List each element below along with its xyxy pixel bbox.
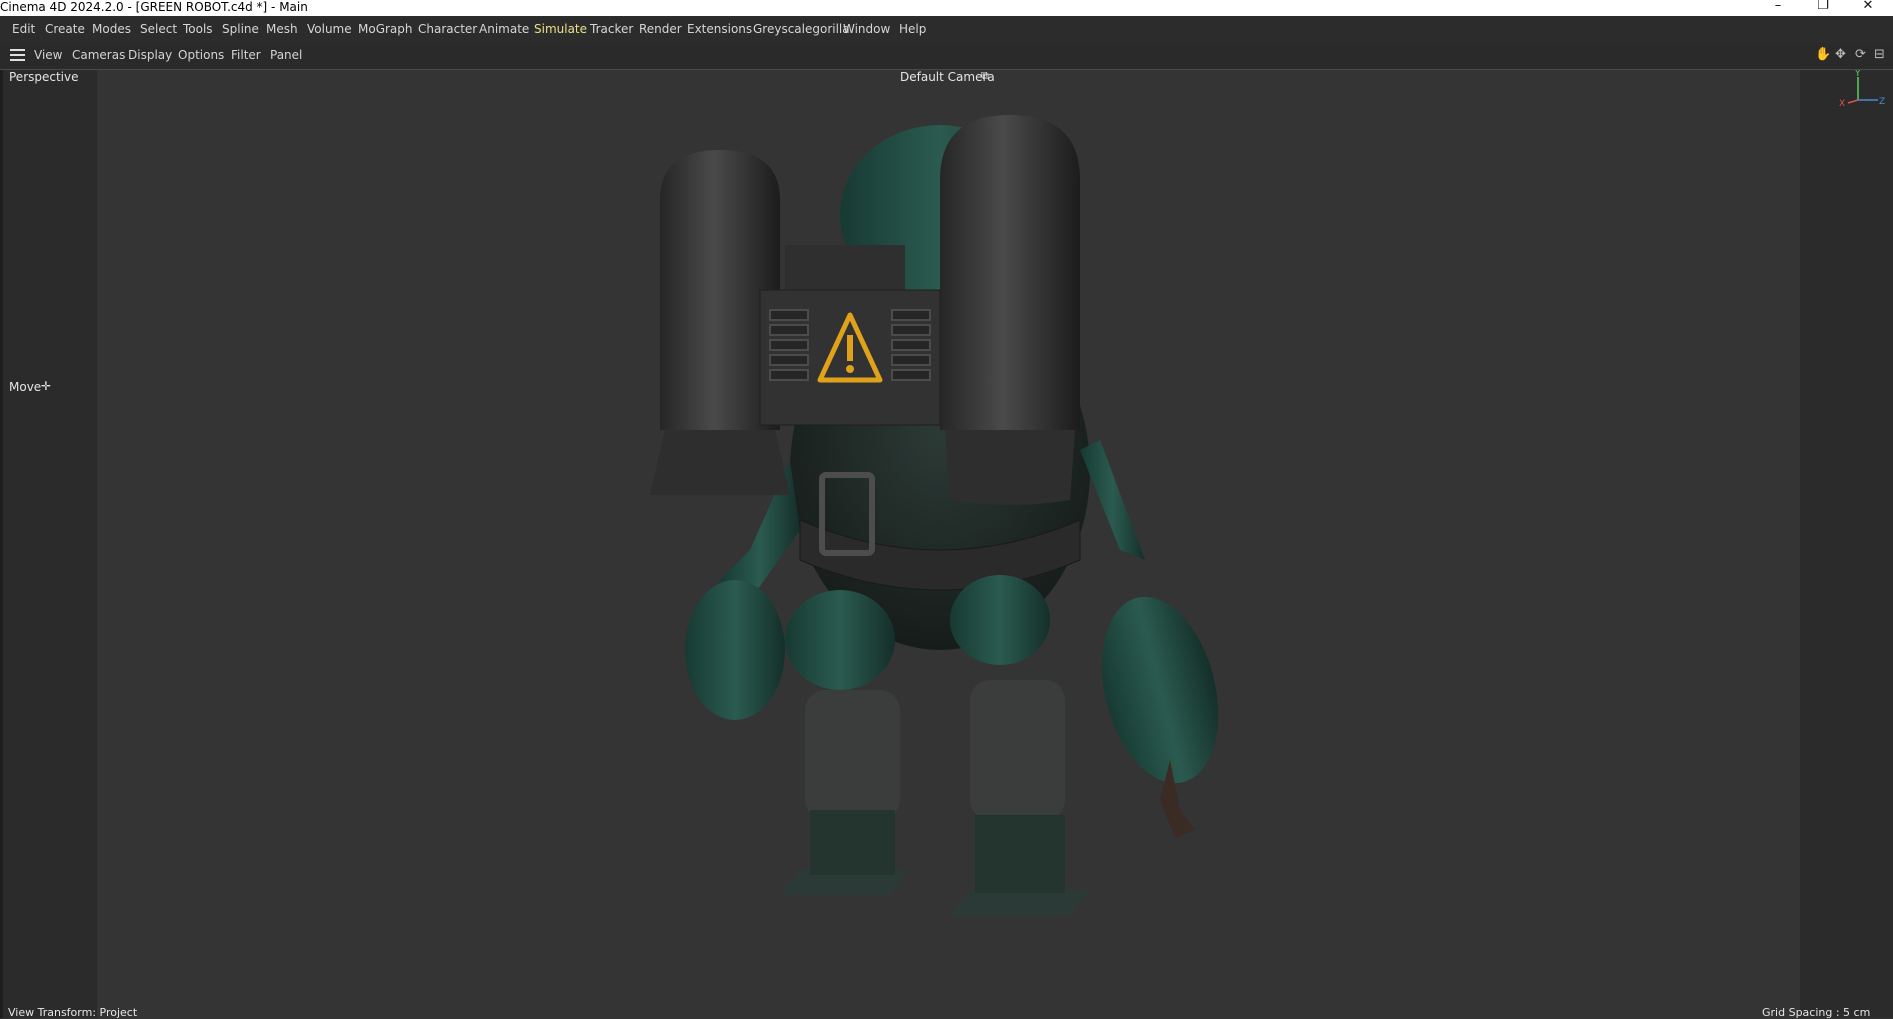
menu-help[interactable]: Help (899, 22, 926, 36)
backpack-right-vent (891, 309, 931, 381)
dolly-arrow-icon[interactable]: ✥ (1835, 47, 1846, 62)
menu-window[interactable]: Window (843, 22, 890, 36)
title-bar: Cinema 4D 2024.2.0 - [GREEN ROBOT.c4d *]… (0, 0, 1893, 16)
menu-simulate[interactable]: Simulate (534, 22, 587, 36)
robot-model-render (650, 115, 1219, 915)
left-viewport-strip (0, 70, 97, 1018)
robot-left-hip (785, 590, 895, 690)
viewport-menu-display[interactable]: Display (128, 48, 172, 62)
active-tool-label: Move (9, 380, 42, 394)
robot-right-hip (950, 575, 1050, 665)
axis-x-line (1847, 99, 1859, 104)
menu-extensions[interactable]: Extensions (687, 22, 752, 36)
toggle-layout-icon[interactable]: ⊟ (1874, 47, 1885, 62)
menu-animate[interactable]: Animate (479, 22, 529, 36)
robot-left-ankle (810, 810, 895, 875)
axis-y-label: Y (1854, 70, 1861, 79)
axis-x-label: X (1839, 99, 1845, 109)
menu-select[interactable]: Select (140, 22, 177, 36)
projection-label[interactable]: Perspective (9, 70, 79, 84)
axis-z-label: Z (1879, 97, 1885, 107)
menu-tracker[interactable]: Tracker (590, 22, 633, 36)
viewport-menu-view[interactable]: View (34, 48, 62, 62)
menu-character[interactable]: Character (418, 22, 477, 36)
right-viewport-strip (1800, 70, 1893, 1018)
robot-left-forearm (685, 580, 785, 720)
pan-hand-icon[interactable]: ✋ (1815, 47, 1831, 62)
menu-edit[interactable]: Edit (12, 22, 35, 36)
viewport-menu-filter[interactable]: Filter (231, 48, 261, 62)
menu-mesh[interactable]: Mesh (266, 22, 298, 36)
robot-left-shin (805, 690, 900, 820)
backpack-left-vent (769, 309, 809, 381)
left-edge-divider (0, 70, 3, 1018)
axis-gizmo: Y X Z (1839, 70, 1885, 109)
robot-right-foot (950, 890, 1090, 915)
minimize-button[interactable]: – (1758, 0, 1798, 14)
viewport-menu-cameras[interactable]: Cameras (72, 48, 125, 62)
hamburger-menu-icon[interactable] (10, 49, 25, 61)
viewport-menu-options[interactable]: Options (178, 48, 224, 62)
left-jet-nozzle (650, 430, 790, 495)
camera-link-icon[interactable]: ⧉ (981, 69, 989, 83)
robot-right-jet-tank (940, 115, 1080, 430)
close-button[interactable]: ✕ (1848, 0, 1888, 14)
menu-mograph[interactable]: MoGraph (358, 22, 413, 36)
window-title: Cinema 4D 2024.2.0 - [GREEN ROBOT.c4d *]… (0, 0, 308, 14)
robot-right-arm (1080, 440, 1145, 560)
grid-spacing-status: Grid Spacing : 5 cm (1762, 1006, 1871, 1019)
menu-tools[interactable]: Tools (183, 22, 213, 36)
warning-exclamation-dot (846, 365, 854, 373)
viewport-menu-panel[interactable]: Panel (270, 48, 302, 62)
main-menu-bar: Edit Create Modes Select Tools Spline Me… (0, 16, 1893, 43)
robot-right-forearm (1101, 596, 1219, 784)
orbit-rotate-icon[interactable]: ⟳ (1855, 47, 1866, 62)
menu-spline[interactable]: Spline (222, 22, 259, 36)
right-jet-nozzle (945, 430, 1075, 505)
menu-modes[interactable]: Modes (92, 22, 131, 36)
menu-render[interactable]: Render (639, 22, 682, 36)
warning-exclamation-bar (847, 335, 853, 361)
backpack-top-block (785, 245, 905, 295)
menu-create[interactable]: Create (45, 22, 85, 36)
maximize-button[interactable]: ❐ (1803, 0, 1843, 14)
robot-right-ankle (975, 815, 1065, 893)
move-cross-icon: ✛ (41, 379, 52, 393)
robot-right-shin (970, 680, 1065, 820)
menu-volume[interactable]: Volume (307, 22, 352, 36)
menu-greyscalegorilla[interactable]: Greyscalegorilla (753, 22, 850, 36)
viewport-toolbar: View Cameras Display Options Filter Pane… (0, 43, 1893, 70)
view-transform-status: View Transform: Project (8, 1006, 138, 1019)
